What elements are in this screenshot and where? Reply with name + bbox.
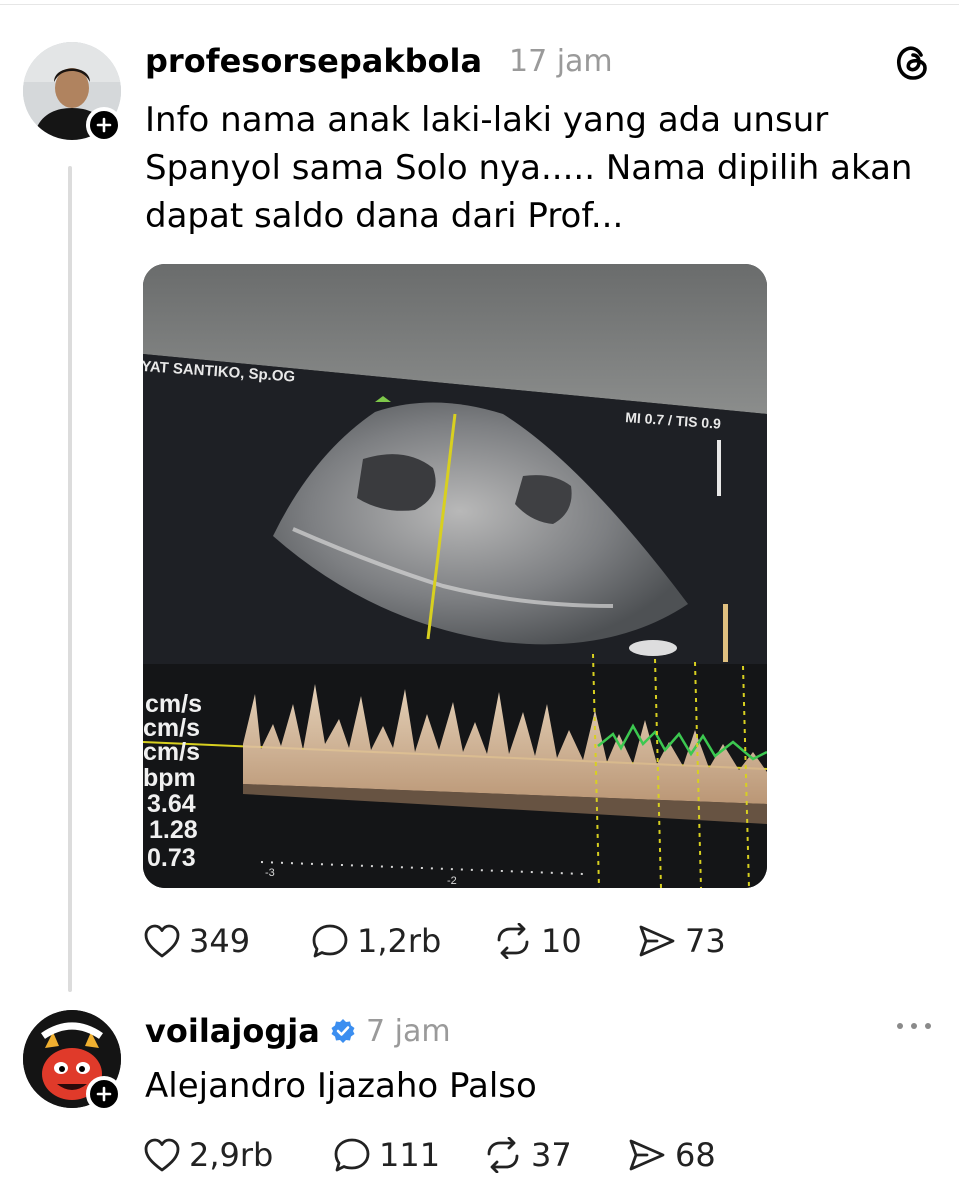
reply-like-button[interactable]: 2,9rb bbox=[143, 1132, 273, 1178]
post-username[interactable]: profesorsepakbola bbox=[145, 42, 482, 80]
reply-icon bbox=[333, 1137, 371, 1173]
post-time: 17 jam bbox=[509, 44, 613, 79]
reply-reply-count: 111 bbox=[379, 1136, 441, 1174]
plus-icon bbox=[96, 117, 112, 133]
reply-username[interactable]: voilajogja bbox=[145, 1012, 320, 1050]
reply-repost-button[interactable]: 37 bbox=[483, 1132, 572, 1178]
reply-share-count: 68 bbox=[675, 1136, 716, 1174]
reply-share-button[interactable]: 68 bbox=[627, 1132, 716, 1178]
post-actions: 349 1,2rb 10 73 bbox=[143, 918, 763, 964]
reply-text: Alejandro Ijazaho Palso bbox=[145, 1066, 537, 1106]
readout-5: 3.64 bbox=[147, 790, 196, 818]
reply-icon bbox=[311, 923, 349, 959]
plus-icon bbox=[96, 1086, 112, 1102]
post-image-ultrasound[interactable]: YAT SANTIKO, Sp.OG MI 0.7 / TIS 0.9 cm/s… bbox=[143, 264, 767, 888]
share-icon bbox=[627, 1137, 667, 1173]
repost-icon bbox=[493, 923, 533, 959]
reply-button[interactable]: 1,2rb bbox=[311, 918, 441, 964]
reply-count: 1,2rb bbox=[357, 922, 442, 960]
readout-3: cm/s bbox=[143, 738, 200, 766]
reply-actions: 2,9rb 111 37 68 bbox=[143, 1132, 763, 1178]
readout-7: 0.73 bbox=[147, 844, 196, 872]
top-divider bbox=[0, 4, 959, 5]
follow-button[interactable] bbox=[86, 107, 122, 143]
share-count: 73 bbox=[685, 922, 726, 960]
share-icon bbox=[637, 923, 677, 959]
heart-icon bbox=[143, 923, 181, 959]
like-count: 349 bbox=[189, 922, 251, 960]
post-text: Info nama anak laki-laki yang ada unsur … bbox=[145, 100, 913, 236]
repost-button[interactable]: 10 bbox=[493, 918, 582, 964]
reply-like-count: 2,9rb bbox=[189, 1136, 274, 1174]
reply-time: 7 jam bbox=[366, 1014, 451, 1049]
reply-reply-button[interactable]: 111 bbox=[333, 1132, 440, 1178]
verified-icon bbox=[331, 1019, 355, 1043]
reply-repost-count: 37 bbox=[531, 1136, 572, 1174]
heart-icon bbox=[143, 1137, 181, 1173]
like-button[interactable]: 349 bbox=[143, 918, 250, 964]
share-button[interactable]: 73 bbox=[637, 918, 726, 964]
repost-icon bbox=[483, 1137, 523, 1173]
readout-6: 1.28 bbox=[149, 816, 198, 844]
threads-logo-icon[interactable] bbox=[892, 43, 932, 83]
follow-button-reply[interactable] bbox=[86, 1076, 122, 1112]
scale-mark-1: -3 bbox=[265, 867, 275, 879]
thread-connector-line bbox=[68, 166, 72, 992]
scale-mark-2: -2 bbox=[447, 875, 457, 887]
readout-4: bpm bbox=[143, 764, 196, 792]
repost-count: 10 bbox=[541, 922, 582, 960]
more-icon[interactable] bbox=[894, 1016, 934, 1036]
